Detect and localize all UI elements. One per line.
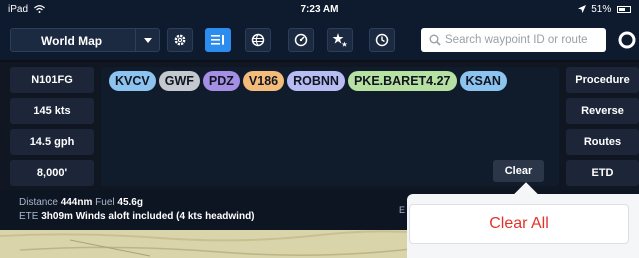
fuel-burn-label: 14.5 gph [29, 136, 75, 148]
route-panel: N101FG 145 kts 14.5 gph 8,000' KVCV GWF … [0, 62, 639, 190]
aircraft-tail-label: N101FG [31, 74, 73, 86]
search-input[interactable] [445, 31, 601, 49]
clear-button[interactable]: Clear [493, 160, 544, 182]
status-right: 51% [578, 4, 631, 15]
partial-circle-button[interactable] [615, 28, 639, 52]
distance-value: 444nm [60, 197, 93, 208]
fuel-label: Fuel [95, 197, 115, 208]
route-chip[interactable]: GWF [158, 71, 200, 91]
clock-icon [375, 33, 389, 47]
reverse-button[interactable]: Reverse [566, 98, 639, 124]
status-time: 7:23 AM [300, 4, 339, 15]
route-chip[interactable]: KSAN [459, 71, 507, 91]
aircraft-panel: N101FG 145 kts 14.5 gph 8,000' [10, 67, 94, 191]
route-chip[interactable]: V186 [242, 71, 285, 91]
routes-button[interactable]: Routes [566, 129, 639, 155]
chevron-down-icon [135, 29, 159, 51]
clear-popover: Clear All [407, 194, 639, 258]
route-chips: KVCV GWF PDZ V186 ROBNN PKE.BARET4.27 KS… [109, 71, 507, 91]
fuel-value: 45.6g [117, 197, 143, 208]
location-arrow-icon [578, 5, 587, 14]
clear-all-button[interactable]: Clear All [409, 204, 629, 244]
clear-all-label: Clear All [489, 215, 549, 232]
routes-label: Routes [583, 136, 622, 148]
etd-button[interactable]: ETD [566, 160, 639, 186]
map-select[interactable]: World Map [10, 28, 160, 52]
status-bar: iPad 7:23 AM 51% [0, 0, 639, 20]
aircraft-tail-button[interactable]: N101FG [10, 67, 94, 93]
stars-icon [332, 32, 348, 47]
etd-label: ETD [591, 167, 614, 179]
gear-icon [174, 34, 186, 46]
winds-note: Winds aloft included (4 kts headwind) [75, 211, 255, 222]
route-list-button[interactable] [205, 28, 231, 52]
procedure-button[interactable]: Procedure [566, 67, 639, 93]
settings-button[interactable] [167, 28, 193, 52]
reverse-label: Reverse [581, 105, 624, 117]
search-icon [429, 34, 441, 46]
route-actions: Procedure Reverse Routes ETD [566, 67, 639, 191]
globe-button[interactable] [245, 28, 271, 52]
distance-fuel-line: Distance 444nm Fuel 45.6g [19, 197, 143, 208]
fuel-burn-button[interactable]: 14.5 gph [10, 129, 94, 155]
globe-icon [251, 33, 265, 47]
cruise-speed-label: 145 kts [33, 105, 71, 117]
list-icon [211, 35, 224, 45]
altitude-label: 8,000' [36, 167, 68, 179]
route-chip[interactable]: ROBNN [287, 71, 345, 91]
battery-icon [617, 5, 631, 13]
circle-icon [618, 31, 636, 49]
map-select-label: World Map [41, 34, 103, 48]
altitude-button[interactable]: 8,000' [10, 160, 94, 186]
partial-label: E [399, 205, 406, 215]
route-chip[interactable]: KVCV [109, 71, 156, 91]
route-editor[interactable]: KVCV GWF PDZ V186 ROBNN PKE.BARET4.27 KS… [101, 67, 559, 186]
performance-button[interactable] [288, 28, 314, 52]
route-chip[interactable]: PDZ [202, 71, 240, 91]
procedure-label: Procedure [575, 74, 630, 86]
clock-button[interactable] [369, 28, 395, 52]
clear-button-label: Clear [504, 165, 533, 177]
cruise-speed-button[interactable]: 145 kts [10, 98, 94, 124]
search-field[interactable] [421, 28, 606, 52]
ete-line: ETE 3h09m Winds aloft included (4 kts he… [19, 211, 255, 222]
distance-label: Distance [19, 197, 58, 208]
battery-percent: 51% [591, 4, 612, 15]
favorites-button[interactable] [327, 28, 353, 52]
toolbar: World Map [0, 20, 639, 60]
route-chip[interactable]: PKE.BARET4.27 [347, 71, 457, 91]
ete-label: ETE [19, 211, 39, 222]
gauge-icon [294, 33, 308, 47]
ete-value: 3h09m [41, 211, 73, 222]
